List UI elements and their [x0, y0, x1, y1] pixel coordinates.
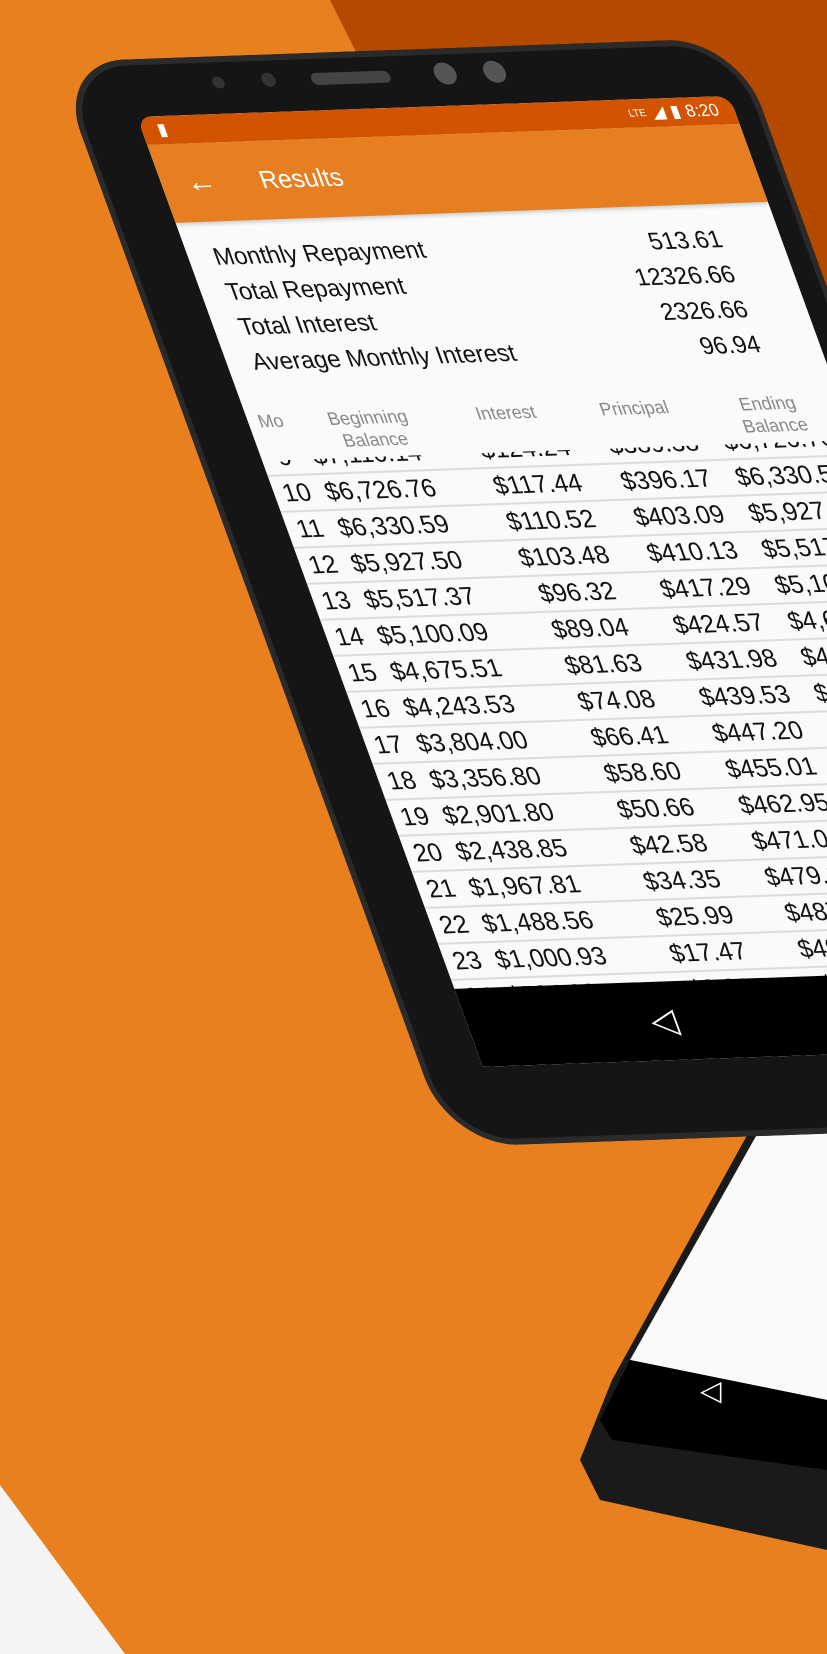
cell-principal: $410.13	[642, 535, 742, 568]
page-title: Results	[254, 162, 348, 194]
cell-interest: $66.41	[586, 720, 673, 752]
cell-principal: $403.09	[629, 499, 729, 532]
cell-beginning-balance: $6,330.59	[333, 509, 454, 542]
cell-beginning-balance: $4,243.53	[398, 689, 519, 722]
sensor-dot	[210, 76, 227, 89]
cell-principal: $496.1	[793, 932, 827, 963]
cell-principal: $396.17	[616, 463, 716, 496]
cell-interest: $89.04	[547, 612, 633, 644]
cell-beginning-balance: $2,438.85	[451, 833, 572, 866]
summary-label: Total Repayment	[221, 272, 410, 306]
cell-ending-balance: $6,330.59	[730, 459, 827, 491]
network-label: LTE	[626, 107, 649, 120]
cell-principal: $431.98	[681, 643, 782, 676]
header-ending-balance: Ending Balance	[735, 392, 812, 437]
header-principal: Principal	[596, 396, 672, 420]
cell-principal: $417.29	[655, 571, 755, 604]
cell-beginning-balance: $1,000.93	[490, 941, 611, 974]
cell-principal: $487.6	[780, 896, 827, 927]
cell-interest: $50.66	[612, 792, 699, 824]
cell-beginning-balance: $5,100.09	[372, 617, 493, 650]
cell-beginning-balance: $5,517.37	[359, 581, 480, 614]
summary-value: 513.61	[644, 225, 727, 256]
speaker-grille	[309, 70, 393, 86]
summary-value: 12326.66	[630, 260, 740, 291]
arrow-left-icon[interactable]: ←	[165, 164, 237, 200]
cell-principal: $479.26	[760, 859, 827, 892]
second-phone-back-icon[interactable]: ◁	[700, 1374, 722, 1407]
cell-interest: $74.08	[573, 684, 660, 716]
cell-ending-balance: $5,517.37	[757, 531, 827, 563]
header-interest: Interest	[472, 401, 539, 424]
cell-interest: $81.63	[560, 648, 646, 680]
cell-interest: $117.44	[488, 468, 587, 500]
cell-beginning-balance: $3,804.00	[411, 725, 532, 758]
cell-ending-balance: $5,927.50	[744, 495, 827, 527]
summary-label: Monthly Repayment	[209, 235, 430, 271]
cell-interest: $103.48	[514, 540, 614, 572]
cell-beginning-balance: $5,927.50	[346, 545, 467, 578]
cell-principal: $439.53	[694, 679, 795, 712]
sim-card-icon: ▮	[154, 119, 171, 140]
battery-charging-icon: ▮	[667, 101, 684, 122]
cell-interest: $58.60	[599, 756, 686, 788]
cell-principal: $424.57	[668, 607, 769, 640]
cell-beginning-balance: $3,356.80	[425, 761, 546, 794]
nav-back-icon[interactable]: ◁	[643, 1000, 684, 1041]
summary-value: 2326.66	[656, 295, 752, 326]
summary-label: Total Interest	[234, 308, 380, 341]
cell-interest: $25.99	[651, 900, 738, 932]
background-white-wedge	[0, 1485, 125, 1654]
cell-beginning-balance: $1,967.81	[464, 869, 585, 902]
front-camera	[479, 60, 510, 84]
cell-ending-balance: $5,100.09	[770, 567, 827, 599]
cell-interest: $96.32	[534, 576, 620, 608]
cell-principal: $471.03	[747, 823, 827, 856]
signal-icon: ◢	[648, 102, 669, 122]
cell-beginning-balance: $2,901.80	[438, 797, 559, 830]
summary-value: 96.94	[695, 330, 765, 360]
cell-beginning-balance: $1,488.56	[477, 905, 598, 938]
header-beginning-balance: Beginning Balance	[324, 406, 412, 451]
clock: 8:20	[682, 100, 722, 121]
front-camera	[430, 62, 461, 85]
cell-principal: $447.20	[707, 715, 808, 748]
sensor-dot	[259, 72, 278, 88]
cell-interest: $17.47	[665, 936, 751, 968]
summary-label: Average Monthly Interest	[247, 339, 521, 376]
cell-interest: $34.35	[638, 864, 725, 896]
cell-beginning-balance: $6,726.76	[320, 473, 441, 506]
cell-interest: $110.52	[501, 504, 600, 536]
summary-section: Monthly Repayment 513.61 Total Repayment 1…	[176, 202, 826, 381]
cell-beginning-balance: $4,675.51	[385, 653, 506, 686]
cell-interest: $42.58	[625, 828, 712, 860]
cell-principal: $455.01	[721, 751, 821, 784]
cell-principal: $462.95	[734, 787, 827, 820]
